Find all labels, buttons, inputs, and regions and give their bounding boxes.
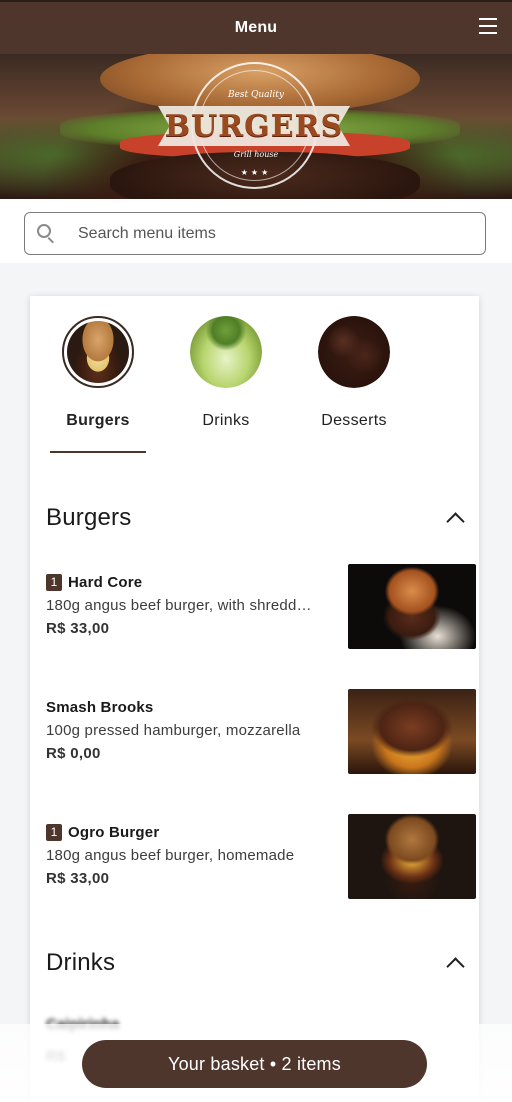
category-tab-drinks[interactable]: Drinks — [178, 316, 274, 456]
item-name: Smash Brooks — [46, 698, 154, 716]
brand-stars: ★★★ — [240, 168, 272, 177]
quantity-badge: 1 — [46, 823, 62, 841]
section-heading: Burgers — [46, 504, 132, 531]
category-thumb-drinks — [190, 316, 262, 388]
search-icon — [36, 223, 58, 245]
brand-ribbon: BURGERS — [158, 106, 350, 146]
category-tab-burgers[interactable]: Burgers — [50, 316, 146, 456]
chevron-up-icon[interactable] — [447, 510, 463, 526]
section-heading: Drinks — [46, 949, 116, 976]
menu-card: Burgers Drinks Desserts Burgers 1 Hard C… — [30, 296, 479, 1102]
section-header-drinks[interactable]: Drinks — [46, 943, 463, 983]
brand-tagline-top: Best Quality — [227, 90, 285, 100]
item-photo — [348, 564, 476, 649]
brand-logo-text: BURGERS — [164, 108, 344, 144]
item-name: Ogro Burger — [68, 823, 160, 841]
item-name: Hard Core — [68, 573, 143, 591]
category-tabs: Burgers Drinks Desserts — [30, 296, 479, 456]
active-tab-indicator — [50, 451, 146, 453]
section-header-burgers[interactable]: Burgers — [46, 498, 463, 538]
top-bar: Menu — [0, 0, 512, 54]
item-photo — [348, 814, 476, 899]
menu-item-hard-core[interactable]: 1 Hard Core 180g angus beef burger, with… — [46, 564, 476, 662]
hamburger-menu-icon[interactable] — [478, 16, 498, 36]
category-thumb-burgers — [62, 316, 134, 388]
category-thumb-desserts — [318, 316, 390, 388]
item-description: 180g angus beef burger, with shredded — [46, 597, 312, 614]
search-input[interactable] — [78, 224, 438, 243]
brand-tagline-bottom: Grill house — [233, 150, 279, 159]
search-area — [0, 199, 512, 263]
category-tab-desserts[interactable]: Desserts — [306, 316, 402, 456]
hero-banner: Best Quality BURGERS Grill house ★★★ — [0, 54, 512, 199]
item-description: 100g pressed hamburger, mozzarella — [46, 722, 301, 739]
quantity-badge: 1 — [46, 573, 62, 591]
item-photo — [348, 689, 476, 774]
category-label: Burgers — [66, 412, 130, 429]
menu-item-smash-brooks[interactable]: Smash Brooks 100g pressed hamburger, moz… — [46, 689, 476, 787]
chevron-up-icon[interactable] — [447, 955, 463, 971]
category-label: Drinks — [202, 412, 250, 429]
category-label: Desserts — [321, 412, 387, 429]
menu-item-ogro-burger[interactable]: 1 Ogro Burger 180g angus beef burger, ho… — [46, 814, 476, 912]
search-box[interactable] — [24, 212, 486, 255]
basket-button[interactable]: Your basket • 2 items — [82, 1040, 427, 1088]
page-title: Menu — [234, 19, 278, 36]
item-description: 180g angus beef burger, homemade — [46, 847, 295, 864]
